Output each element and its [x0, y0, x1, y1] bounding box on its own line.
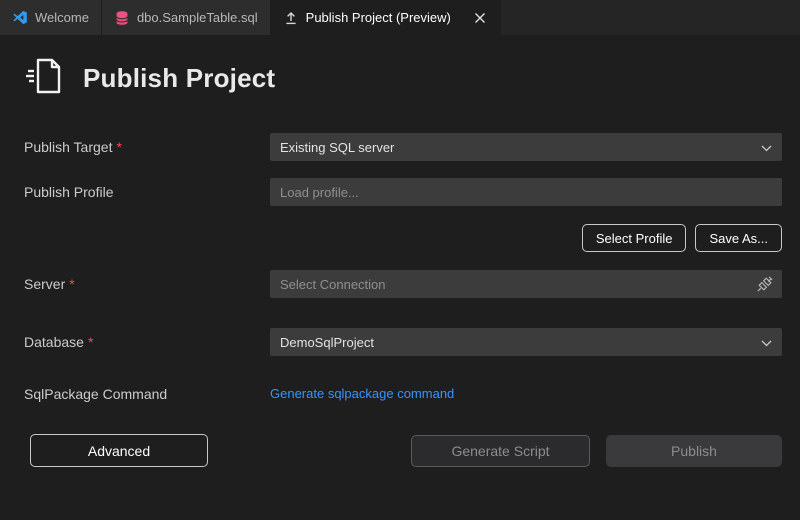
footer-buttons: Advanced Generate Script Publish [0, 434, 800, 467]
ads-logo-icon [12, 10, 28, 26]
publish-target-row: Publish Target* Existing SQL server [0, 133, 800, 161]
publish-target-label: Publish Target* [24, 139, 270, 155]
publish-profile-input[interactable] [270, 178, 782, 206]
publish-profile-row: Publish Profile [0, 178, 800, 206]
database-row: Database* DemoSqlProject [0, 328, 800, 356]
generate-sqlpackage-link[interactable]: Generate sqlpackage command [270, 386, 454, 401]
publish-profile-label: Publish Profile [24, 184, 270, 200]
database-dropdown[interactable]: DemoSqlProject [270, 328, 782, 356]
publish-project-document-icon [24, 55, 68, 102]
publish-button[interactable]: Publish [606, 435, 782, 467]
required-asterisk: * [116, 139, 121, 155]
database-value: DemoSqlProject [280, 335, 374, 350]
sqlpackage-label: SqlPackage Command [24, 386, 270, 402]
publish-target-dropdown[interactable]: Existing SQL server [270, 133, 782, 161]
close-icon[interactable] [472, 10, 488, 26]
tab-welcome[interactable]: Welcome [0, 0, 102, 35]
profile-buttons-row: Select Profile Save As... [0, 224, 800, 252]
advanced-button[interactable]: Advanced [30, 434, 208, 467]
publish-icon [283, 10, 299, 26]
publish-target-value: Existing SQL server [280, 140, 394, 155]
page-title: Publish Project [83, 63, 275, 94]
database-icon [114, 10, 130, 26]
sqlpackage-row: SqlPackage Command Generate sqlpackage c… [0, 385, 800, 403]
required-asterisk: * [88, 334, 93, 350]
server-label: Server* [24, 276, 270, 292]
tab-label: Welcome [35, 10, 89, 25]
connect-plug-icon[interactable] [756, 275, 774, 293]
chevron-down-icon [761, 335, 772, 350]
database-label: Database* [24, 334, 270, 350]
select-profile-button[interactable]: Select Profile [582, 224, 687, 252]
page-header: Publish Project [24, 55, 800, 101]
save-as-button[interactable]: Save As... [695, 224, 782, 252]
required-asterisk: * [69, 276, 74, 292]
tab-sample-table[interactable]: dbo.SampleTable.sql [102, 0, 271, 35]
server-connection-input[interactable] [270, 270, 782, 298]
chevron-down-icon [761, 140, 772, 155]
tab-label: Publish Project (Preview) [306, 10, 451, 25]
tab-publish-project[interactable]: Publish Project (Preview) [271, 0, 501, 35]
publish-project-panel: Publish Project Publish Target* Existing… [0, 55, 800, 467]
tab-label: dbo.SampleTable.sql [137, 10, 258, 25]
editor-tab-bar: Welcome dbo.SampleTable.sql Publish Proj… [0, 0, 800, 35]
generate-script-button[interactable]: Generate Script [411, 435, 590, 467]
server-row: Server* [0, 270, 800, 298]
